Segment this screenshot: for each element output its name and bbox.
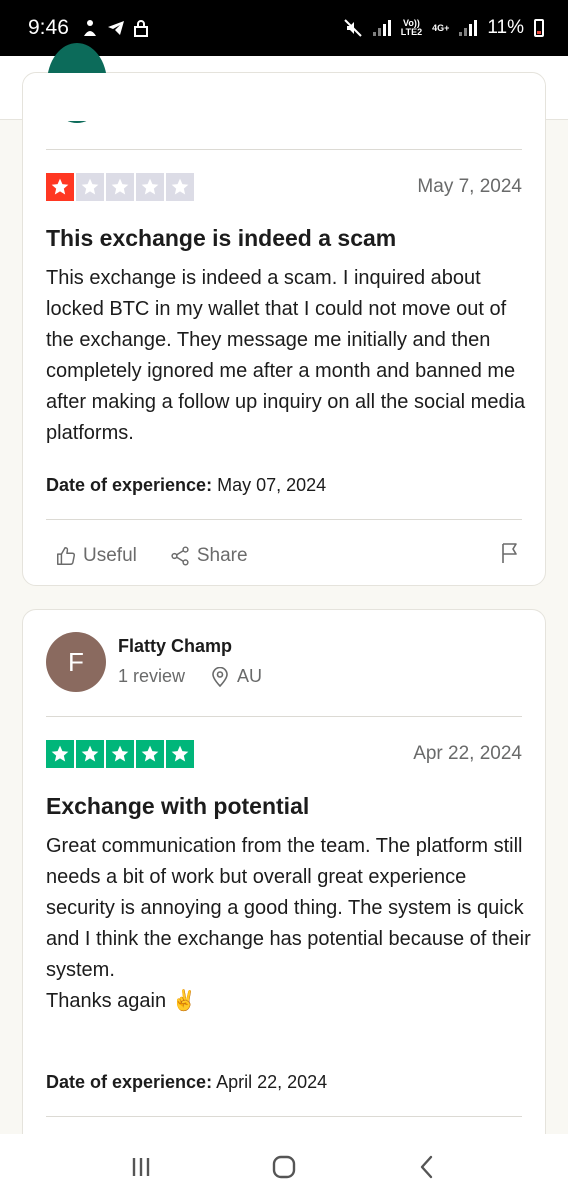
experience-label: Date of experience: <box>46 1072 213 1092</box>
battery-icon <box>534 19 544 37</box>
star-icon <box>106 173 134 201</box>
review-body-paragraph: Thanks again ✌️ <box>46 990 197 1012</box>
signal-icon <box>372 20 391 36</box>
review-card: F Flatty Champ 1 review AU Apr 22, 2024 … <box>22 609 546 1149</box>
star-icon <box>166 173 194 201</box>
star-icon <box>46 740 74 768</box>
notification-person-icon <box>83 20 96 36</box>
review-body-paragraph: Great communication from the team. The p… <box>46 835 531 981</box>
divider <box>46 519 522 520</box>
date-of-experience: Date of experience: April 22, 2024 <box>46 1072 327 1093</box>
divider <box>46 1116 522 1117</box>
star-icon <box>166 740 194 768</box>
useful-label: Useful <box>83 544 137 566</box>
reviewer-meta: 1 review AU <box>118 666 262 687</box>
experience-date: April 22, 2024 <box>216 1072 328 1092</box>
reviewer-name[interactable]: Flatty Champ <box>118 636 232 657</box>
home-icon[interactable] <box>270 1153 298 1181</box>
net-type-label: 4G+ <box>432 22 450 33</box>
thumbs-up-icon <box>57 546 76 565</box>
star-icon <box>136 173 164 201</box>
review-count: 1 review <box>118 666 186 686</box>
back-icon[interactable] <box>413 1153 441 1181</box>
useful-button[interactable]: Useful <box>55 545 137 567</box>
divider <box>46 149 522 150</box>
telegram-icon <box>107 21 124 35</box>
review-date: Apr 22, 2024 <box>413 743 522 764</box>
star-icon <box>76 173 104 201</box>
star-rating <box>46 173 194 201</box>
review-date: May 7, 2024 <box>417 176 522 197</box>
signal-icon-2 <box>459 20 478 36</box>
divider <box>46 716 522 717</box>
recent-apps-icon[interactable] <box>127 1153 155 1181</box>
review-title[interactable]: Exchange with potential <box>46 793 309 820</box>
report-flag-button[interactable] <box>498 541 522 570</box>
review-body: This exchange is indeed a scam. I inquir… <box>46 267 526 444</box>
share-icon <box>171 545 189 566</box>
reviewer-location: AU <box>237 666 263 686</box>
mute-icon <box>344 19 362 37</box>
experience-date: May 07, 2024 <box>217 475 327 495</box>
star-icon <box>106 740 134 768</box>
flag-icon <box>502 543 517 563</box>
review-actions: Useful Share <box>55 541 522 570</box>
review-body: Great communication from the team. The p… <box>46 831 531 1017</box>
system-nav-bar <box>0 1134 568 1200</box>
share-label: Share <box>196 544 248 566</box>
location-pin-icon <box>212 666 228 687</box>
star-icon <box>136 740 164 768</box>
review-title[interactable]: This exchange is indeed a scam <box>46 225 396 252</box>
share-button[interactable]: Share <box>169 545 248 567</box>
review-card: May 7, 2024 This exchange is indeed a sc… <box>22 43 546 586</box>
battery-percent: 11% <box>487 17 524 38</box>
date-of-experience: Date of experience: May 07, 2024 <box>46 475 326 496</box>
avatar[interactable]: F <box>46 632 106 692</box>
lock-icon <box>133 20 148 37</box>
status-time: 9:46 <box>28 16 69 39</box>
star-rating <box>46 740 194 768</box>
star-icon <box>76 740 104 768</box>
experience-label: Date of experience: <box>46 475 213 495</box>
star-icon <box>46 173 74 201</box>
lte-label: LTE2 <box>400 27 423 37</box>
